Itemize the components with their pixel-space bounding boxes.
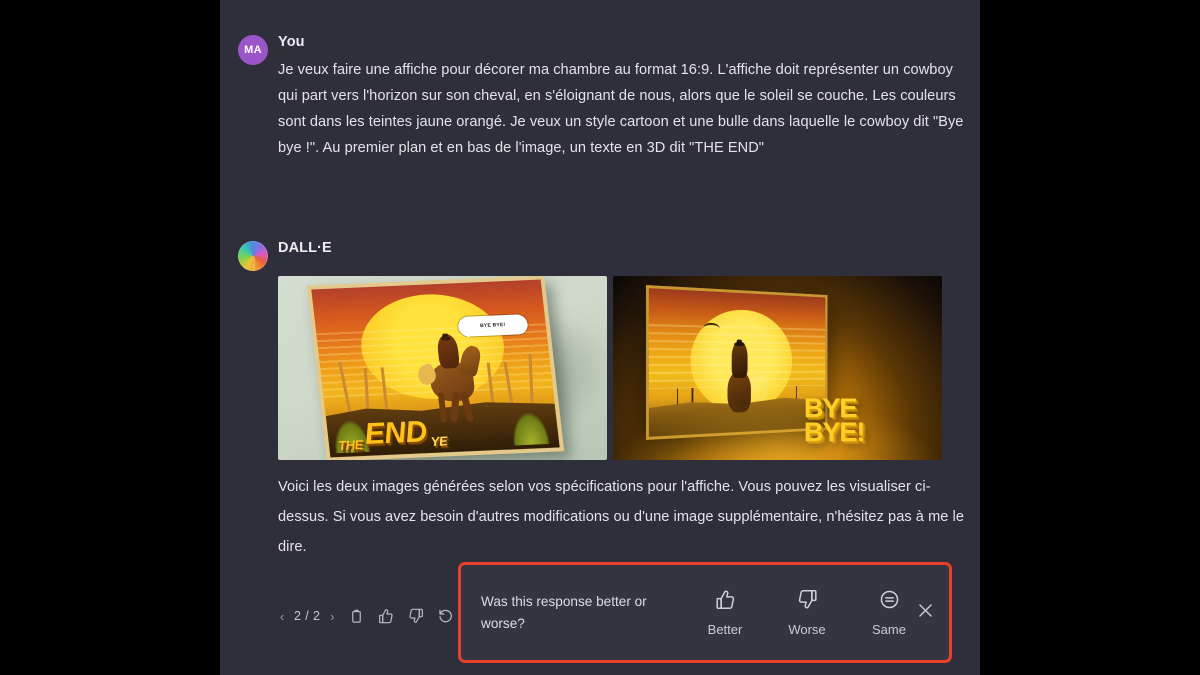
generated-image-grid: BYE BYE! THE END YE BYE BYE! <box>278 276 942 460</box>
assistant-message-text: Voici les deux images générées selon vos… <box>278 479 965 555</box>
user-message-text: Je veux faire une affiche pour décorer m… <box>278 62 964 156</box>
poster-word-the: THE <box>337 437 365 454</box>
horse-body <box>727 371 751 413</box>
feedback-better-button[interactable]: Better <box>699 589 751 637</box>
next-response-button[interactable]: › <box>325 603 339 629</box>
regenerate-button[interactable] <box>433 603 459 629</box>
thumbs-up-button[interactable] <box>373 603 399 629</box>
feedback-panel: Was this response better or worse? Bette… <box>458 562 952 663</box>
generated-image-2[interactable]: BYE BYE! <box>613 276 942 460</box>
cowboy-on-horse-figure <box>414 326 486 423</box>
billboard-artwork <box>648 288 826 437</box>
thumbs-down-icon <box>408 608 424 624</box>
response-page-counter: 2 / 2 <box>294 609 321 623</box>
billboard-frame <box>645 285 828 440</box>
feedback-close-button[interactable] <box>915 598 935 628</box>
user-message-body: You Je veux faire une affiche pour décor… <box>278 32 968 161</box>
cowboy-hat <box>734 342 745 347</box>
copy-icon <box>349 609 364 624</box>
billboard-3d-text: BYE BYE! <box>803 394 936 448</box>
previous-response-button[interactable]: ‹ <box>275 603 289 629</box>
speech-bubble: BYE BYE! <box>457 313 529 337</box>
dalle-logo-icon <box>238 241 268 271</box>
poster-word-ye: YE <box>430 433 449 449</box>
poster-frame: BYE BYE! THE END YE <box>307 276 565 460</box>
message-author: You <box>278 34 305 50</box>
feedback-worse-button[interactable]: Worse <box>781 589 833 637</box>
feedback-question: Was this response better or worse? <box>481 593 647 631</box>
poster-word-end: END <box>363 415 429 451</box>
horse-neck <box>459 343 483 377</box>
thumbs-up-icon <box>715 589 736 615</box>
feedback-options: Better Worse Same <box>699 589 915 637</box>
cowboy-hat <box>440 335 452 341</box>
poster-artwork: BYE BYE! THE END YE <box>311 279 561 457</box>
cowboy-on-horse-figure <box>722 337 768 413</box>
thumbs-down-button[interactable] <box>403 603 429 629</box>
generated-image-1[interactable]: BYE BYE! THE END YE <box>278 276 607 460</box>
assistant-message-body: DALL·E <box>278 238 968 263</box>
copy-button[interactable] <box>343 603 369 629</box>
billboard-text-line-2: BYE! <box>803 417 866 448</box>
close-icon <box>916 601 935 625</box>
screenshot-stage: MA You Je veux faire une affiche pour dé… <box>0 0 1200 675</box>
feedback-better-label: Better <box>707 621 743 637</box>
avatar: MA <box>238 35 268 65</box>
feedback-same-label: Same <box>872 621 906 637</box>
thumbs-down-icon <box>797 589 818 615</box>
message-author: DALL·E <box>278 240 332 256</box>
message-action-toolbar: ‹ 2 / 2 › <box>275 603 459 629</box>
equals-circle-icon <box>879 589 900 615</box>
rider-body <box>731 341 748 379</box>
regenerate-icon <box>438 608 454 624</box>
feedback-same-button[interactable]: Same <box>863 589 915 637</box>
chat-panel: MA You Je veux faire une affiche pour dé… <box>220 0 980 675</box>
feedback-worse-label: Worse <box>788 621 826 637</box>
rider-body <box>436 334 461 369</box>
thumbs-up-icon <box>378 608 394 624</box>
